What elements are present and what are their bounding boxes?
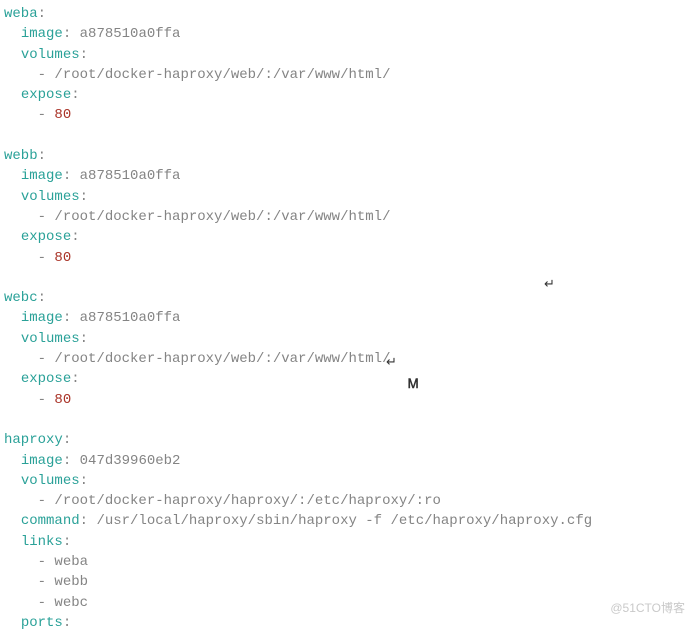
service-haproxy: haproxy	[4, 432, 63, 448]
key-image: image	[21, 453, 63, 469]
link-webb: webb	[54, 574, 88, 590]
weba-image: a878510a0ffa	[80, 26, 181, 42]
haproxy-command: /usr/local/haproxy/sbin/haproxy -f /etc/…	[96, 513, 592, 529]
haproxy-image: 047d39960eb2	[80, 453, 181, 469]
yaml-block: weba: image: a878510a0ffa volumes: - /ro…	[0, 0, 693, 633]
service-webc: webc	[4, 290, 38, 306]
key-command: command	[21, 513, 80, 529]
weba-volume: /root/docker-haproxy/web/:/var/www/html/	[54, 67, 390, 83]
key-volumes: volumes	[21, 47, 80, 63]
link-weba: weba	[54, 554, 88, 570]
key-expose: expose	[21, 371, 71, 387]
key-volumes: volumes	[21, 473, 80, 489]
key-volumes: volumes	[21, 331, 80, 347]
service-weba: weba	[4, 6, 38, 22]
service-webb: webb	[4, 148, 38, 164]
key-image: image	[21, 168, 63, 184]
webb-volume: /root/docker-haproxy/web/:/var/www/html/	[54, 209, 390, 225]
webc-volume: /root/docker-haproxy/web/:/var/www/html/	[54, 351, 390, 367]
key-image: image	[21, 26, 63, 42]
weba-port: 80	[54, 107, 71, 123]
key-expose: expose	[21, 229, 71, 245]
link-webc: webc	[54, 595, 88, 611]
key-expose: expose	[21, 87, 71, 103]
webc-image: a878510a0ffa	[80, 310, 181, 326]
haproxy-volume: /root/docker-haproxy/haproxy/:/etc/hapro…	[54, 493, 440, 509]
webc-port: 80	[54, 392, 71, 408]
key-image: image	[21, 310, 63, 326]
key-links: links	[21, 534, 63, 550]
webb-image: a878510a0ffa	[80, 168, 181, 184]
key-volumes: volumes	[21, 189, 80, 205]
webb-port: 80	[54, 250, 71, 266]
